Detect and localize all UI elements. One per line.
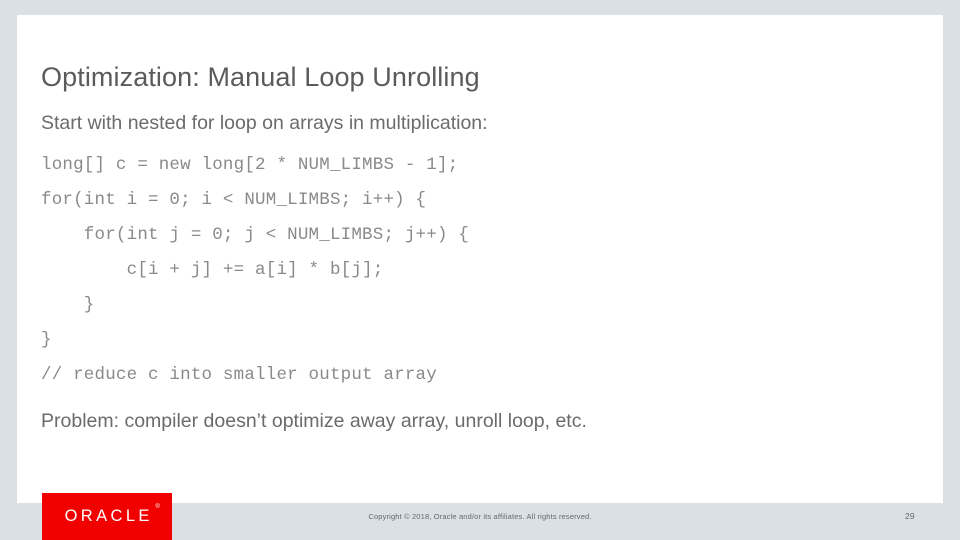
- problem-text: Problem: compiler doesn’t optimize away …: [41, 410, 587, 432]
- slide-content: Optimization: Manual Loop Unrolling Star…: [41, 60, 931, 436]
- code-line: long[] c = new long[2 * NUM_LIMBS - 1];: [41, 155, 459, 175]
- code-line: for(int j = 0; j < NUM_LIMBS; j++) {: [41, 225, 470, 245]
- trademark-icon: ®: [155, 504, 160, 510]
- code-line: for(int i = 0; i < NUM_LIMBS; i++) {: [41, 190, 427, 210]
- page-title: Optimization: Manual Loop Unrolling: [41, 62, 480, 92]
- intro-text: Start with nested for loop on arrays in …: [41, 112, 488, 134]
- code-line: c[i + j] += a[i] * b[j];: [41, 260, 384, 280]
- copyright-text: Copyright © 2018, Oracle and/or its affi…: [368, 512, 592, 521]
- code-line: // reduce c into smaller output array: [41, 365, 437, 385]
- slide-canvas: Optimization: Manual Loop Unrolling Star…: [17, 15, 943, 503]
- code-line: }: [41, 330, 52, 350]
- code-line: }: [41, 295, 95, 315]
- code-block: long[] c = new long[2 * NUM_LIMBS - 1]; …: [41, 148, 931, 393]
- slide-frame: Optimization: Manual Loop Unrolling Star…: [0, 0, 960, 540]
- slide-number: 29: [905, 511, 915, 521]
